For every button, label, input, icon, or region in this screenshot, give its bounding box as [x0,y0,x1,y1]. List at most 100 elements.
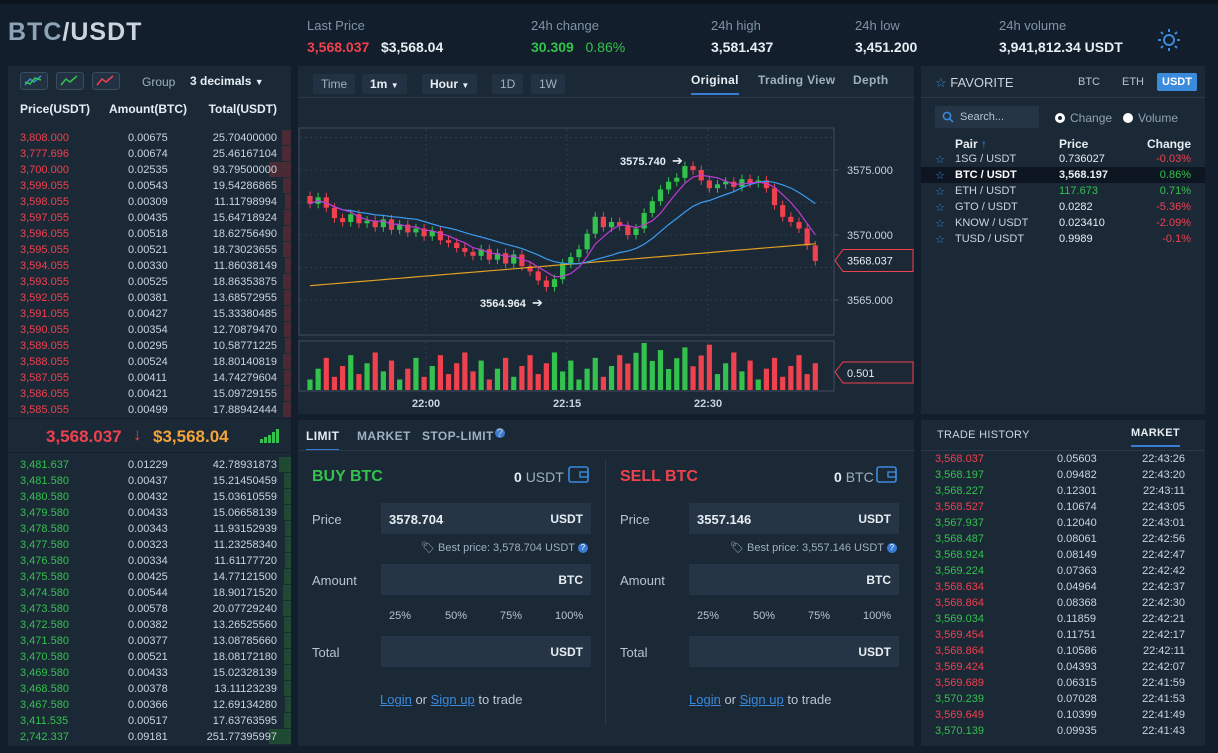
orderbook-row[interactable]: 3,599.055 0.00543 19.54286865 [8,178,291,194]
orderbook-row[interactable]: 3,469.580 0.00433 15.02328139 [8,665,291,681]
orderbook-row[interactable]: 3,589.055 0.00295 10.58771225 [8,338,291,354]
view-both-button[interactable] [20,72,48,90]
buy-pct-25[interactable]: 25% [389,610,411,622]
tab-stop-limit[interactable]: STOP-LIMIT [422,429,494,443]
orderbook-row[interactable]: 3,474.580 0.00544 18.90171520 [8,585,291,601]
radio-volume[interactable]: Volume [1123,111,1178,125]
favorite-row[interactable]: ☆ BTC / USDT 3,568.197 0.86% [921,167,1205,183]
fav-col-pair[interactable]: Pair ↑ [955,137,987,151]
view-bids-button[interactable] [56,72,84,90]
orderbook-row[interactable]: 3,475.580 0.00425 14.77121500 [8,569,291,585]
orderbook-row[interactable]: 3,597.055 0.00435 15.64718924 [8,210,291,226]
star-icon[interactable]: ☆ [935,217,945,230]
help-icon[interactable]: ? [495,427,505,439]
orderbook-row[interactable]: 2,742.337 0.09181 251.77395997 [8,729,291,745]
fav-tab-btc[interactable]: BTC [1073,73,1105,91]
star-icon[interactable]: ☆ [935,233,945,246]
orderbook-row[interactable]: 3,594.055 0.00330 11.86038149 [8,258,291,274]
orderbook-row[interactable]: 3,471.580 0.00377 13.08785660 [8,633,291,649]
sell-price-input[interactable]: 3557.146 USDT [689,503,899,534]
sell-amount-input[interactable]: BTC [689,564,899,595]
signup-link[interactable]: Sign up [431,692,475,707]
orderbook-row[interactable]: 3,476.580 0.00334 11.61177720 [8,553,291,569]
fav-price: 0.0282 [1059,201,1093,213]
tab-market-history[interactable]: MARKET [1131,427,1180,447]
buy-total-input[interactable]: USDT [381,636,591,667]
row-price: 3,481.580 [20,475,69,487]
price-chart[interactable]: 3575.0003570.0003565.0003568.037 1.3490.… [298,97,914,414]
star-icon[interactable]: ☆ [935,169,945,182]
orderbook-row[interactable]: 3,586.055 0.00421 15.09729155 [8,386,291,402]
orderbook-row[interactable]: 3,777.696 0.00674 25.46167104 [8,146,291,162]
orderbook-row[interactable]: 3,595.055 0.00521 18.73023655 [8,242,291,258]
orderbook-row[interactable]: 3,477.580 0.00323 11.23258340 [8,537,291,553]
pair-search-input[interactable]: Search... [935,106,1039,128]
range-1d-button[interactable]: 1D [492,74,524,94]
group-select[interactable]: 3 decimals ▼ [190,74,264,88]
login-link[interactable]: Login [689,692,721,707]
buy-pct-75[interactable]: 75% [500,610,522,622]
orderbook-row[interactable]: 3,470.580 0.00521 18.08172180 [8,649,291,665]
sell-pct-75[interactable]: 75% [808,610,830,622]
orderbook-row[interactable]: 3,587.055 0.00411 14.74279604 [8,370,291,386]
favorite-row[interactable]: ☆ TUSD / USDT 0.9989 -0.1% [921,231,1205,247]
orderbook-row[interactable]: 3,468.580 0.00378 13.11123239 [8,681,291,697]
orderbook-row[interactable]: 3,598.055 0.00309 11.11798994 [8,194,291,210]
orderbook-row[interactable]: 3,472.580 0.00382 13.26525560 [8,617,291,633]
sell-best-price[interactable]: 🏷 Best price: 3,557.146 USDT ? [730,541,897,554]
orderbook-row[interactable]: 3,593.055 0.00525 18.86353875 [8,274,291,290]
tab-limit[interactable]: LIMIT [306,429,340,451]
sell-pct-100[interactable]: 100% [863,610,891,622]
tab-trading-view[interactable]: Trading View [758,73,835,87]
orderbook-row[interactable]: 3,585.055 0.00499 17.88942444 [8,402,291,418]
buy-amount-input[interactable]: BTC [381,564,591,595]
favorite-row[interactable]: ☆ KNOW / USDT 0.023410 -2.09% [921,215,1205,231]
orderbook-row[interactable]: 3,467.580 0.00366 12.69134280 [8,697,291,713]
signup-link[interactable]: Sign up [740,692,784,707]
orderbook-row[interactable]: 3,588.055 0.00524 18.80140819 [8,354,291,370]
wallet-icon[interactable] [568,464,590,484]
time-button[interactable]: Time [313,74,356,94]
tab-depth[interactable]: Depth [853,73,889,87]
star-icon[interactable]: ☆ [935,201,945,214]
wallet-icon[interactable] [876,464,898,484]
form-divider [605,460,606,725]
theme-toggle-icon[interactable] [1157,28,1181,52]
orderbook-row[interactable]: 3,700.000 0.02535 93.79500000 [8,162,291,178]
view-asks-button[interactable] [92,72,120,90]
sell-pct-50[interactable]: 50% [753,610,775,622]
orderbook-row[interactable]: 3,481.580 0.00437 15.21450459 [8,473,291,489]
sell-total-input[interactable]: USDT [689,636,899,667]
fav-tab-usdt[interactable]: USDT [1157,73,1197,91]
orderbook-row[interactable]: 3,591.055 0.00427 15.33380485 [8,306,291,322]
orderbook-row[interactable]: 3,592.055 0.00381 13.68572955 [8,290,291,306]
orderbook-row[interactable]: 3,590.055 0.00354 12.70879470 [8,322,291,338]
buy-pct-100[interactable]: 100% [555,610,583,622]
star-icon[interactable]: ☆ [935,153,945,166]
favorite-row[interactable]: ☆ GTO / USDT 0.0282 -5.36% [921,199,1205,215]
fav-tab-eth[interactable]: ETH [1117,73,1149,91]
orderbook-row[interactable]: 3,479.580 0.00433 15.06658139 [8,505,291,521]
sell-pct-25[interactable]: 25% [697,610,719,622]
tab-original[interactable]: Original [691,73,739,95]
radio-change[interactable]: Change [1055,111,1112,125]
orderbook-row[interactable]: 3,596.055 0.00518 18.62756490 [8,226,291,242]
orderbook-row[interactable]: 3,480.580 0.00432 15.03610559 [8,489,291,505]
tab-market[interactable]: MARKET [357,429,411,443]
star-icon[interactable]: ☆ [935,185,945,198]
orderbook-row[interactable]: 3,481.637 0.01229 42.78931873 [8,457,291,473]
orderbook-row[interactable]: 3,808.000 0.00675 25.70400000 [8,130,291,146]
range-select[interactable]: Hour ▼ [422,74,478,94]
buy-best-price[interactable]: 🏷 Best price: 3,578.704 USDT ? [421,541,588,554]
login-link[interactable]: Login [380,692,412,707]
favorite-row[interactable]: ☆ ETH / USDT 117.673 0.71% [921,183,1205,199]
buy-pct-50[interactable]: 50% [445,610,467,622]
favorite-row[interactable]: ☆ 1SG / USDT 0.736027 -0.03% [921,151,1205,167]
row-price: 2,742.337 [20,731,69,743]
buy-price-input[interactable]: 3578.704 USDT [381,503,591,534]
range-1w-button[interactable]: 1W [531,74,565,94]
orderbook-row[interactable]: 3,473.580 0.00578 20.07729240 [8,601,291,617]
orderbook-row[interactable]: 3,478.580 0.00343 11.93152939 [8,521,291,537]
orderbook-row[interactable]: 3,411.535 0.00517 17.63763595 [8,713,291,729]
interval-select[interactable]: 1m ▼ [362,74,407,94]
